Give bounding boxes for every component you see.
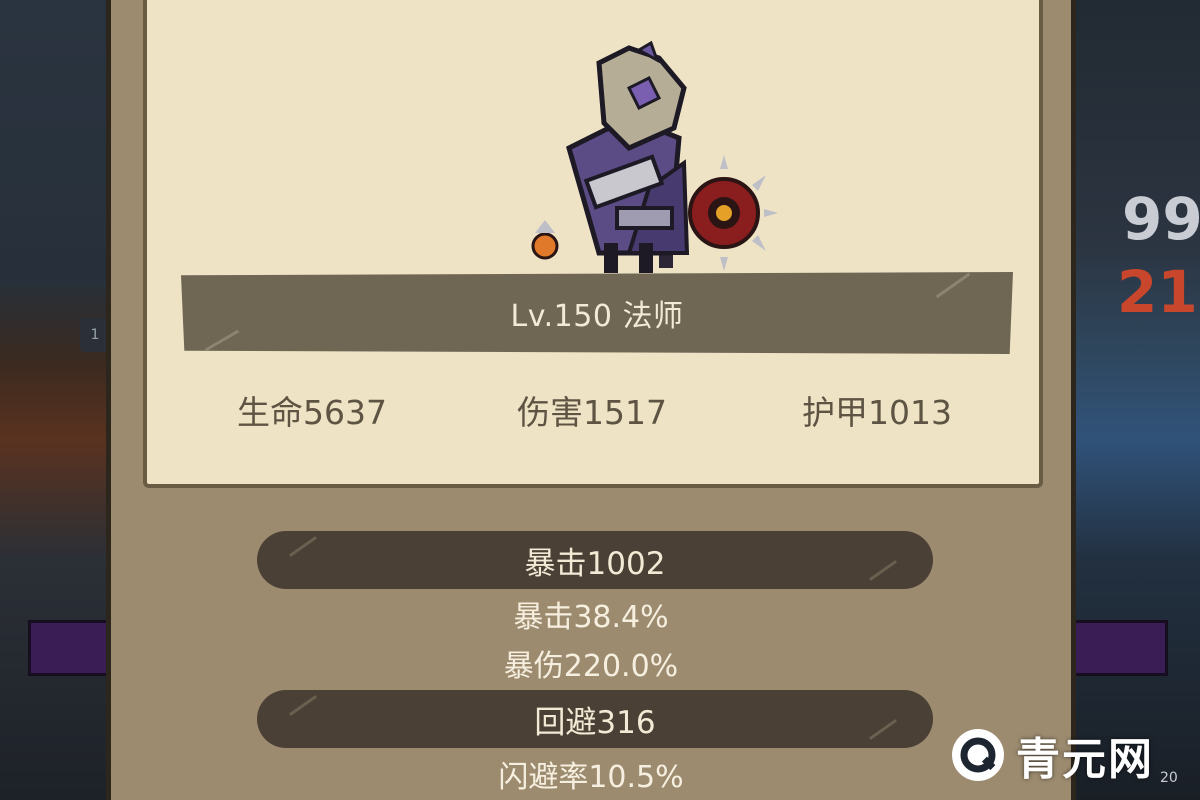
crit-header: 暴击1002	[257, 531, 933, 589]
hero-level-banner: Lv.150 法师	[181, 272, 1013, 354]
hero-level-class: Lv.150 法师	[510, 299, 684, 334]
hero-card: Lv.150 法师 生命5637 伤害1517 护甲1013	[143, 0, 1043, 488]
stat-hp: 生命5637	[237, 393, 387, 432]
q-logo-icon	[952, 729, 1004, 781]
stat-armor: 护甲1013	[802, 393, 952, 432]
watermark-text: 青元网	[1016, 734, 1154, 785]
background-purple-bar	[1072, 620, 1168, 676]
mage-character-icon	[531, 40, 778, 273]
crit-header-label: 暴击1002	[524, 545, 666, 582]
dodge-header-label: 回避316	[534, 704, 656, 741]
site-watermark: 青元网	[950, 720, 1195, 790]
hero-stats-row: 生命5637 伤害1517 护甲1013	[147, 386, 1039, 436]
background-scene-left: 1	[0, 0, 116, 800]
stat-damage: 伤害1517	[517, 393, 667, 432]
crit-rate: 暴击38.4%	[513, 600, 669, 635]
background-purple-bar	[28, 620, 116, 676]
background-scene-right: 99 21 20	[1072, 0, 1200, 800]
background-number-top: 99	[1122, 185, 1200, 253]
hero-info-panel: Lv.150 法师 生命5637 伤害1517 护甲1013 暴击1002 暴击…	[106, 0, 1076, 800]
background-number-bottom: 21	[1117, 258, 1198, 326]
crit-damage: 暴伤220.0%	[503, 649, 679, 684]
dodge-rate: 闪避率10.5%	[498, 760, 684, 795]
dodge-header: 回避316	[257, 690, 933, 748]
